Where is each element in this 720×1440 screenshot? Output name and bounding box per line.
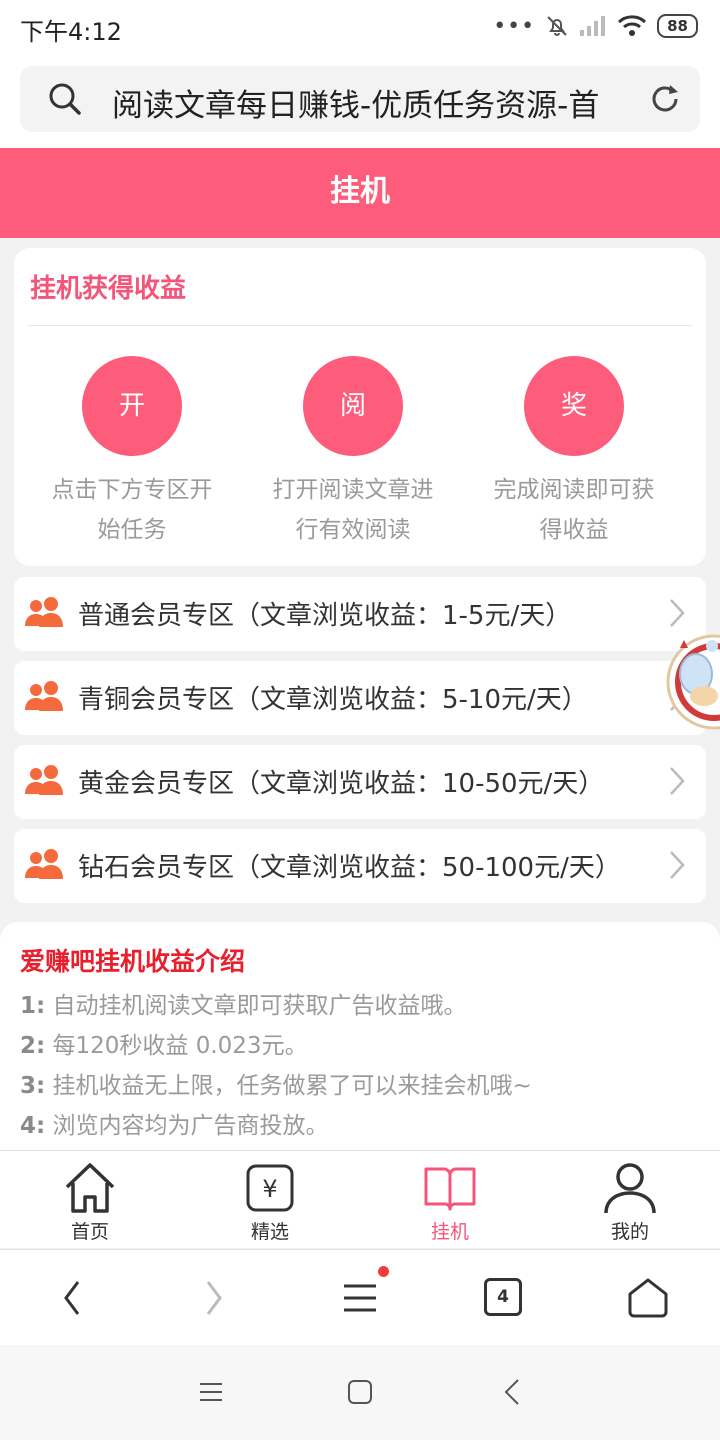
tab-label: 精选 <box>250 1221 289 1243</box>
intro-line: 4: 浏览内容均为广告商投放。 <box>20 1106 329 1140</box>
tab-hangup[interactable]: 挂机 <box>360 1151 540 1249</box>
divider <box>28 325 692 326</box>
tab-label: 首页 <box>70 1221 109 1243</box>
step-desc-line: 得收益 <box>539 517 609 543</box>
tab-label: 我的 <box>610 1221 649 1243</box>
book-icon <box>424 1167 476 1211</box>
address-bar[interactable]: 阅读文章每日赚钱-优质任务资源-首 <box>20 66 700 132</box>
address-text[interactable]: 阅读文章每日赚钱-优质任务资源-首 <box>112 80 642 125</box>
zone-bronze[interactable]: 青铜会员专区（文章浏览收益：5-10元/天） <box>14 661 706 735</box>
browser-toolbar: 4 <box>0 1249 720 1345</box>
intro-section: 爱赚吧挂机收益介绍 1: 自动挂机阅读文章即可获取广告收益哦。 2: 每120秒… <box>0 922 720 1152</box>
wifi-icon <box>618 15 647 36</box>
zone-label: 钻石会员专区（文章浏览收益：50-100元/天） <box>78 853 621 883</box>
tab-count: 4 <box>497 1287 509 1307</box>
intro-line-text: 浏览内容均为广告商投放。 <box>45 1113 329 1139</box>
step-circle-start: 开 <box>82 356 182 456</box>
zone-label: 普通会员专区（文章浏览收益：1-5元/天） <box>78 601 572 631</box>
back-button-icon[interactable] <box>500 1379 526 1405</box>
battery-indicator: 88 <box>657 14 698 38</box>
notification-dot <box>378 1266 389 1277</box>
chevron-right-icon <box>670 851 685 879</box>
forward-icon[interactable] <box>200 1274 228 1322</box>
intro-line-text: 挂机收益无上限，任务做累了可以来挂会机哦~ <box>45 1073 532 1099</box>
more-dots-icon: ••• <box>493 13 536 39</box>
intro-line-number: 1: <box>20 993 46 1019</box>
mute-bell-icon <box>547 16 567 36</box>
chevron-right-icon <box>670 599 685 627</box>
status-time: 下午4:12 <box>20 18 122 46</box>
back-icon[interactable] <box>58 1274 86 1322</box>
zone-label: 青铜会员专区（文章浏览收益：5-10元/天） <box>78 685 588 715</box>
zone-diamond[interactable]: 钻石会员专区（文章浏览收益：50-100元/天） <box>14 829 706 903</box>
step-desc: 打开阅读文章进 行有效阅读 <box>258 470 448 550</box>
status-bar: 下午4:12 ••• 88 <box>0 0 720 52</box>
step-desc: 点击下方专区开 始任务 <box>37 470 227 550</box>
zone-label: 黄金会员专区（文章浏览收益：10-50元/天） <box>78 769 605 799</box>
users-icon <box>25 681 63 711</box>
app-tab-bar: 首页 ¥ 精选 挂机 我的 <box>0 1150 720 1248</box>
tab-mine[interactable]: 我的 <box>540 1151 720 1249</box>
step-desc: 完成阅读即可获 得收益 <box>479 470 669 550</box>
home-icon <box>65 1163 115 1213</box>
chevron-right-icon <box>670 767 685 795</box>
tab-label: 挂机 <box>430 1221 469 1243</box>
yen-icon: ¥ <box>246 1164 294 1212</box>
step-desc-line: 完成阅读即可获 <box>493 477 655 503</box>
intro-line-number: 3: <box>20 1073 46 1099</box>
step-desc-line: 行有效阅读 <box>295 517 411 543</box>
intro-line: 3: 挂机收益无上限，任务做累了可以来挂会机哦~ <box>20 1066 532 1100</box>
steps-card: 挂机获得收益 开 点击下方专区开 始任务 阅 打开阅读文章进 行有效阅读 奖 完… <box>14 248 706 566</box>
zone-regular[interactable]: 普通会员专区（文章浏览收益：1-5元/天） <box>14 577 706 651</box>
home-button-icon[interactable] <box>347 1379 373 1405</box>
intro-line-number: 4: <box>20 1113 46 1139</box>
svg-text:¥: ¥ <box>262 1175 277 1203</box>
home-shape-icon[interactable] <box>626 1274 670 1322</box>
search-icon <box>49 83 81 115</box>
users-icon <box>25 765 63 795</box>
step-desc-line: 点击下方专区开 <box>51 477 213 503</box>
step-desc-line: 打开阅读文章进 <box>272 477 434 503</box>
step-reward: 奖 完成阅读即可获 得收益 <box>479 356 669 550</box>
tab-home[interactable]: 首页 <box>0 1151 180 1249</box>
step-start: 开 点击下方专区开 始任务 <box>37 356 227 550</box>
intro-line: 1: 自动挂机阅读文章即可获取广告收益哦。 <box>20 986 467 1020</box>
tab-featured[interactable]: ¥ 精选 <box>180 1151 360 1249</box>
system-nav-bar <box>0 1345 720 1440</box>
reload-icon[interactable] <box>648 82 682 116</box>
intro-line-number: 2: <box>20 1033 46 1059</box>
tabs-counter-button[interactable]: 4 <box>484 1278 522 1316</box>
floating-ad-icon[interactable] <box>664 626 720 744</box>
intro-title: 爱赚吧挂机收益介绍 <box>20 947 246 976</box>
user-icon <box>604 1163 656 1214</box>
zone-gold[interactable]: 黄金会员专区（文章浏览收益：10-50元/天） <box>14 745 706 819</box>
intro-line-text: 每120秒收益 0.023元。 <box>45 1033 308 1059</box>
intro-line-text: 自动挂机阅读文章即可获取广告收益哦。 <box>45 993 467 1019</box>
step-desc-line: 始任务 <box>97 517 167 543</box>
step-circle-reward: 奖 <box>524 356 624 456</box>
recents-icon[interactable] <box>198 1379 224 1405</box>
users-icon <box>25 597 63 627</box>
page-title: 挂机 <box>0 148 720 238</box>
steps-title: 挂机获得收益 <box>30 274 187 304</box>
step-read: 阅 打开阅读文章进 行有效阅读 <box>258 356 448 550</box>
signal-icon <box>580 16 606 36</box>
menu-icon[interactable] <box>340 1274 380 1322</box>
address-bar-container: 阅读文章每日赚钱-优质任务资源-首 <box>0 52 720 148</box>
step-circle-read: 阅 <box>303 356 403 456</box>
users-icon <box>25 849 63 879</box>
status-icons: ••• 88 <box>493 12 698 40</box>
intro-line: 2: 每120秒收益 0.023元。 <box>20 1026 308 1060</box>
